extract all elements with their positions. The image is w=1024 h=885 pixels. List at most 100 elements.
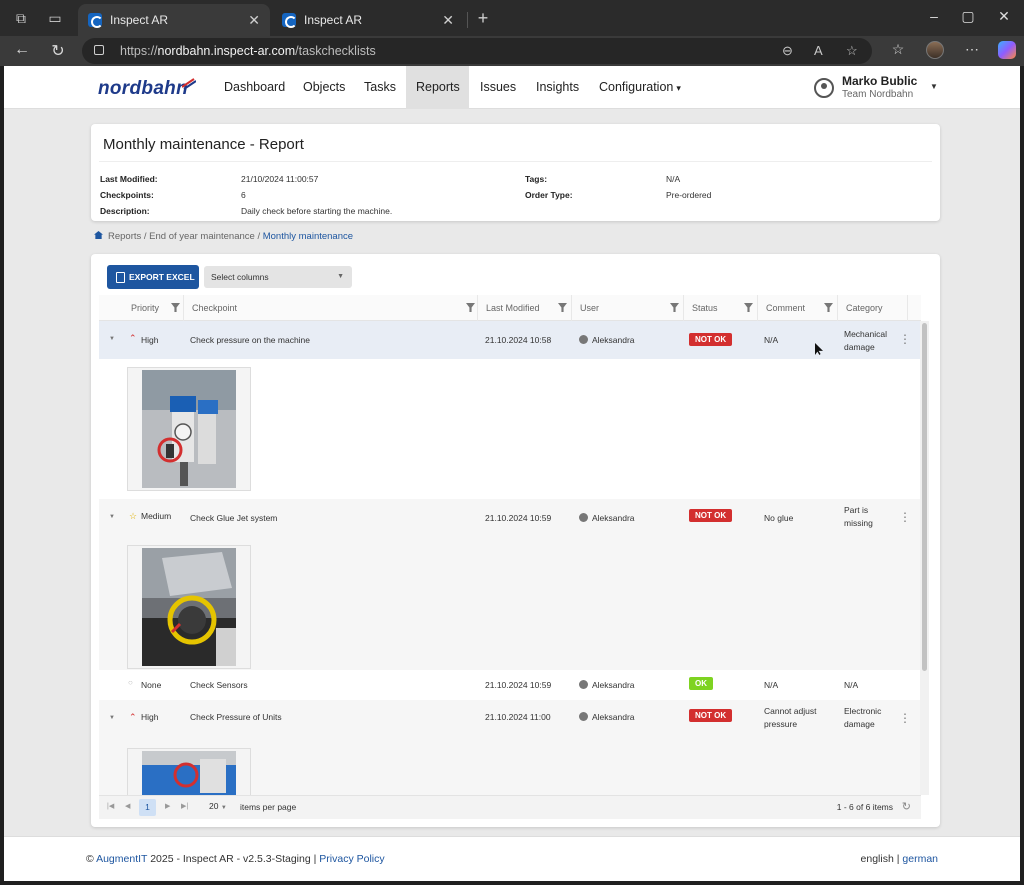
expand-col-header — [99, 295, 107, 321]
priority-cell: High — [141, 712, 159, 722]
lang-german[interactable]: german — [902, 853, 938, 865]
export-excel-button[interactable]: EXPORT EXCEL — [107, 265, 199, 289]
expand-chevron-icon[interactable]: ▼ — [109, 715, 115, 721]
user-name[interactable]: Marko Bublic — [842, 74, 917, 88]
user-cell: Aleksandra — [592, 712, 635, 722]
checkpoint-cell: Check Pressure of Units — [190, 712, 282, 722]
category-cell: Electronic damage — [844, 706, 882, 729]
checkpoint-photo[interactable] — [127, 545, 251, 669]
status-badge: OK — [689, 677, 713, 690]
checkpoints-grid-card: EXPORT EXCEL Select columns ▼ Priority C… — [91, 254, 940, 827]
header-category[interactable]: Category — [837, 295, 907, 321]
home-icon[interactable] — [94, 231, 103, 239]
workspaces-icon[interactable]: ⧉ — [12, 9, 30, 27]
row-menu-icon[interactable]: ⋮ — [899, 712, 911, 724]
header-comment[interactable]: Comment — [757, 295, 837, 321]
favorites-icon[interactable]: ☆ — [888, 41, 908, 58]
table-row[interactable]: ▼ ☆ Medium Check Glue Jet system 21.10.2… — [99, 499, 921, 537]
page-number-button[interactable]: 1 — [139, 799, 156, 816]
status-badge: NOT OK — [689, 509, 733, 522]
user-icon — [579, 712, 588, 721]
modified-cell: 21.10.2024 10:58 — [485, 335, 552, 345]
read-aloud-icon[interactable]: A — [814, 43, 823, 58]
pager: |◀ ◀ 1 ▶ ▶| 20 ▼ items per page 1 - 6 of… — [99, 795, 921, 819]
minimize-icon[interactable]: – — [924, 8, 944, 24]
back-icon[interactable]: ← — [12, 41, 32, 59]
modified-cell: 21.10.2024 10:59 — [485, 513, 552, 523]
filter-icon[interactable] — [466, 303, 475, 312]
refresh-icon[interactable]: ↻ — [48, 41, 68, 61]
browser-tab-bar: ⧉ ▭ Inspect AR ✕ Inspect AR ✕ + – ▢ ✕ — [0, 0, 1024, 36]
last-page-icon[interactable]: ▶| — [181, 802, 188, 810]
checkpoint-photo[interactable] — [127, 748, 251, 795]
grid-header: Priority Checkpoint Last Modified User S… — [99, 295, 921, 321]
zoom-icon[interactable]: ⊖ — [782, 43, 793, 59]
version-text: 2025 - Inspect AR - v2.5.3-Staging — [150, 853, 311, 865]
browser-tab-1[interactable]: Inspect AR ✕ — [78, 4, 270, 36]
header-checkpoint[interactable]: Checkpoint — [183, 295, 477, 321]
table-row[interactable]: ○ None Check Sensors 21.10.2024 10:59 Al… — [99, 670, 921, 700]
header-status[interactable]: Status — [683, 295, 757, 321]
nav-objects[interactable]: Objects — [293, 66, 355, 109]
breadcrumb-current[interactable]: Monthly maintenance — [263, 231, 353, 242]
close-tab-icon[interactable]: ✕ — [248, 12, 260, 29]
page-size-dropdown[interactable]: 20 ▼ — [209, 801, 227, 811]
category-cell: Part is missing — [844, 505, 873, 528]
nav-reports[interactable]: Reports — [406, 66, 469, 109]
scrollbar-thumb[interactable] — [922, 323, 927, 671]
user-avatar-icon[interactable] — [814, 78, 834, 98]
filter-icon[interactable] — [824, 303, 833, 312]
checkpoint-photo[interactable] — [127, 367, 251, 491]
user-menu-caret-icon[interactable]: ▼ — [930, 82, 938, 91]
nav-dashboard[interactable]: Dashboard — [214, 66, 295, 109]
profile-avatar[interactable] — [926, 41, 944, 59]
expand-chevron-icon[interactable]: ▼ — [109, 336, 115, 342]
nordbahn-logo[interactable]: nordbahn — [98, 78, 188, 100]
first-page-icon[interactable]: |◀ — [107, 802, 114, 810]
row-menu-icon[interactable]: ⋮ — [899, 333, 911, 345]
nav-tasks[interactable]: Tasks — [354, 66, 406, 109]
grid-scrollbar[interactable] — [920, 321, 929, 795]
url-field[interactable]: https://nordbahn.inspect-ar.com/taskchec… — [82, 38, 872, 64]
logo-swoosh-icon — [182, 78, 196, 90]
breadcrumb-path[interactable]: Reports / End of year maintenance / — [108, 231, 260, 242]
maximize-icon[interactable]: ▢ — [958, 8, 978, 25]
table-row[interactable]: ▼ ⌃ High Check pressure on the machine 2… — [99, 321, 921, 359]
nav-insights[interactable]: Insights — [526, 66, 589, 109]
row-menu-icon[interactable]: ⋮ — [899, 511, 911, 523]
filter-icon[interactable] — [670, 303, 679, 312]
favorite-star-icon[interactable]: ☆ — [846, 43, 858, 59]
tab-title: Inspect AR — [304, 13, 363, 27]
expand-chevron-icon[interactable]: ▼ — [109, 514, 115, 520]
next-page-icon[interactable]: ▶ — [165, 802, 170, 810]
select-columns-dropdown[interactable]: Select columns ▼ — [204, 266, 352, 288]
header-user[interactable]: User — [571, 295, 683, 321]
filter-icon[interactable] — [558, 303, 567, 312]
user-icon — [579, 680, 588, 689]
company-link[interactable]: AugmentIT — [96, 853, 147, 865]
close-tab-icon[interactable]: ✕ — [442, 12, 454, 29]
header-label: User — [580, 303, 600, 313]
nav-configuration[interactable]: Configuration ▾ — [589, 66, 691, 109]
browser-tab-2[interactable]: Inspect AR ✕ — [272, 4, 464, 36]
last-modified-label: Last Modified: — [100, 174, 158, 184]
comment-cell: N/A — [764, 680, 779, 690]
prev-page-icon[interactable]: ◀ — [125, 802, 130, 810]
filter-icon[interactable] — [744, 303, 753, 312]
privacy-policy-link[interactable]: Privacy Policy — [319, 853, 384, 865]
table-row[interactable]: ▼ ⌃ High Check Pressure of Units 21.10.2… — [99, 700, 921, 738]
lang-separator: | — [896, 853, 900, 865]
tab-actions-icon[interactable]: ▭ — [46, 9, 64, 27]
close-window-icon[interactable]: ✕ — [994, 8, 1014, 25]
lang-english[interactable]: english — [861, 853, 894, 865]
filter-icon[interactable] — [171, 303, 180, 312]
footer-copyright: © AugmentIT 2025 - Inspect AR - v2.5.3-S… — [86, 853, 385, 865]
refresh-grid-icon[interactable]: ↻ — [902, 800, 911, 813]
user-cell: Aleksandra — [592, 335, 635, 345]
new-tab-icon[interactable]: + — [474, 9, 492, 27]
header-last-modified[interactable]: Last Modified — [477, 295, 571, 321]
more-icon[interactable]: ⋯ — [962, 41, 982, 58]
header-priority[interactable]: Priority — [123, 295, 183, 321]
nav-issues[interactable]: Issues — [470, 66, 526, 109]
copilot-icon[interactable] — [998, 41, 1016, 59]
